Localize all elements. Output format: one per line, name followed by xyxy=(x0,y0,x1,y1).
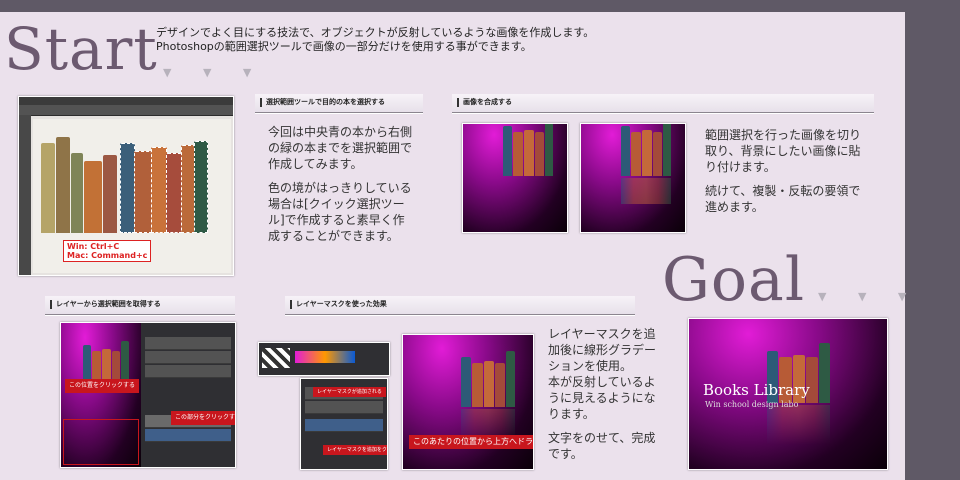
mask-layers-screenshot: レイヤーマスクが追加される レイヤーマスクを追加をクリック xyxy=(300,378,388,470)
section-header-layer-select: レイヤーから選択範囲を取得する xyxy=(45,296,235,315)
ps-toolbar xyxy=(19,115,31,275)
intro-line-2: Photoshopの範囲選択ツールで画像の一部分だけを使用する事ができます。 xyxy=(156,40,532,53)
layers-panel-screenshot: この位置をクリックする この部分をクリックする xyxy=(60,322,236,468)
photoshop-selection-screenshot: Win: Ctrl+C Mac: Command+c xyxy=(18,96,234,276)
start-triangles: ▼ ▼ ▼ xyxy=(163,66,266,79)
final-title: Books Library xyxy=(703,381,810,399)
shortcut-note: Win: Ctrl+C Mac: Command+c xyxy=(63,240,152,262)
ps-menubar xyxy=(19,97,233,105)
drag-note: このあたりの位置から上方へドラッグ xyxy=(409,435,533,449)
section-header-select: 選択範囲ツールで目的の本を選択する xyxy=(255,94,423,113)
goal-triangles: ▼ ▼ ▼ xyxy=(818,290,921,303)
gradient-toolbar-screenshot xyxy=(258,342,390,376)
final-subtitle: Win school design labo xyxy=(705,400,799,409)
mask-paragraph-1: レイヤーマスクを追加後に線形グラデーションを使用。 xyxy=(548,327,657,373)
mask-result-image: このあたりの位置から上方へドラッグ xyxy=(402,334,534,470)
intro-line-1: デザインでよく目にする技法で、オブジェクトが反射しているような画像を作成します。 xyxy=(156,26,595,39)
intro-text: デザインでよく目にする技法で、オブジェクトが反射しているような画像を作成します。… xyxy=(156,26,594,54)
ps-options-bar xyxy=(19,105,233,116)
section-header-combine: 画像を合成する xyxy=(452,94,874,113)
section-header-mask: レイヤーマスクを使った効果 xyxy=(285,296,635,315)
combine-image-2 xyxy=(580,123,686,233)
combine-image-1 xyxy=(462,123,568,233)
select-paragraph-2: 色の境がはっきりしている場合は[クイック選択ツール]で作成すると素早く作成するこ… xyxy=(268,181,412,243)
mask-paragraph-2: 本が反射しているように見えるようになります。 xyxy=(548,375,656,421)
mask-paragraph-3: 文字をのせて、完成です。 xyxy=(548,431,656,461)
combine-description: 範囲選択を行った画像を切り取り、背景にしたい画像に貼り付けます。 続けて、複製・… xyxy=(705,127,865,223)
select-description: 今回は中央青の本から右側の緑の本までを選択範囲で作成してみます。 色の境がはっき… xyxy=(268,124,416,252)
combine-paragraph-2: 続けて、複製・反転の要領で進めます。 xyxy=(705,184,861,214)
combine-paragraph-1: 範囲選択を行った画像を切り取り、背景にしたい画像に貼り付けます。 xyxy=(705,128,862,174)
mask-description: レイヤーマスクを追加後に線形グラデーションを使用。 本が反射しているように見える… xyxy=(548,326,660,470)
goal-heading: Goal xyxy=(662,245,806,315)
start-heading: Start xyxy=(4,15,158,83)
final-image: Books Library Win school design labo xyxy=(688,318,888,470)
select-paragraph-1: 今回は中央青の本から右側の緑の本までを選択範囲で作成してみます。 xyxy=(268,125,413,171)
